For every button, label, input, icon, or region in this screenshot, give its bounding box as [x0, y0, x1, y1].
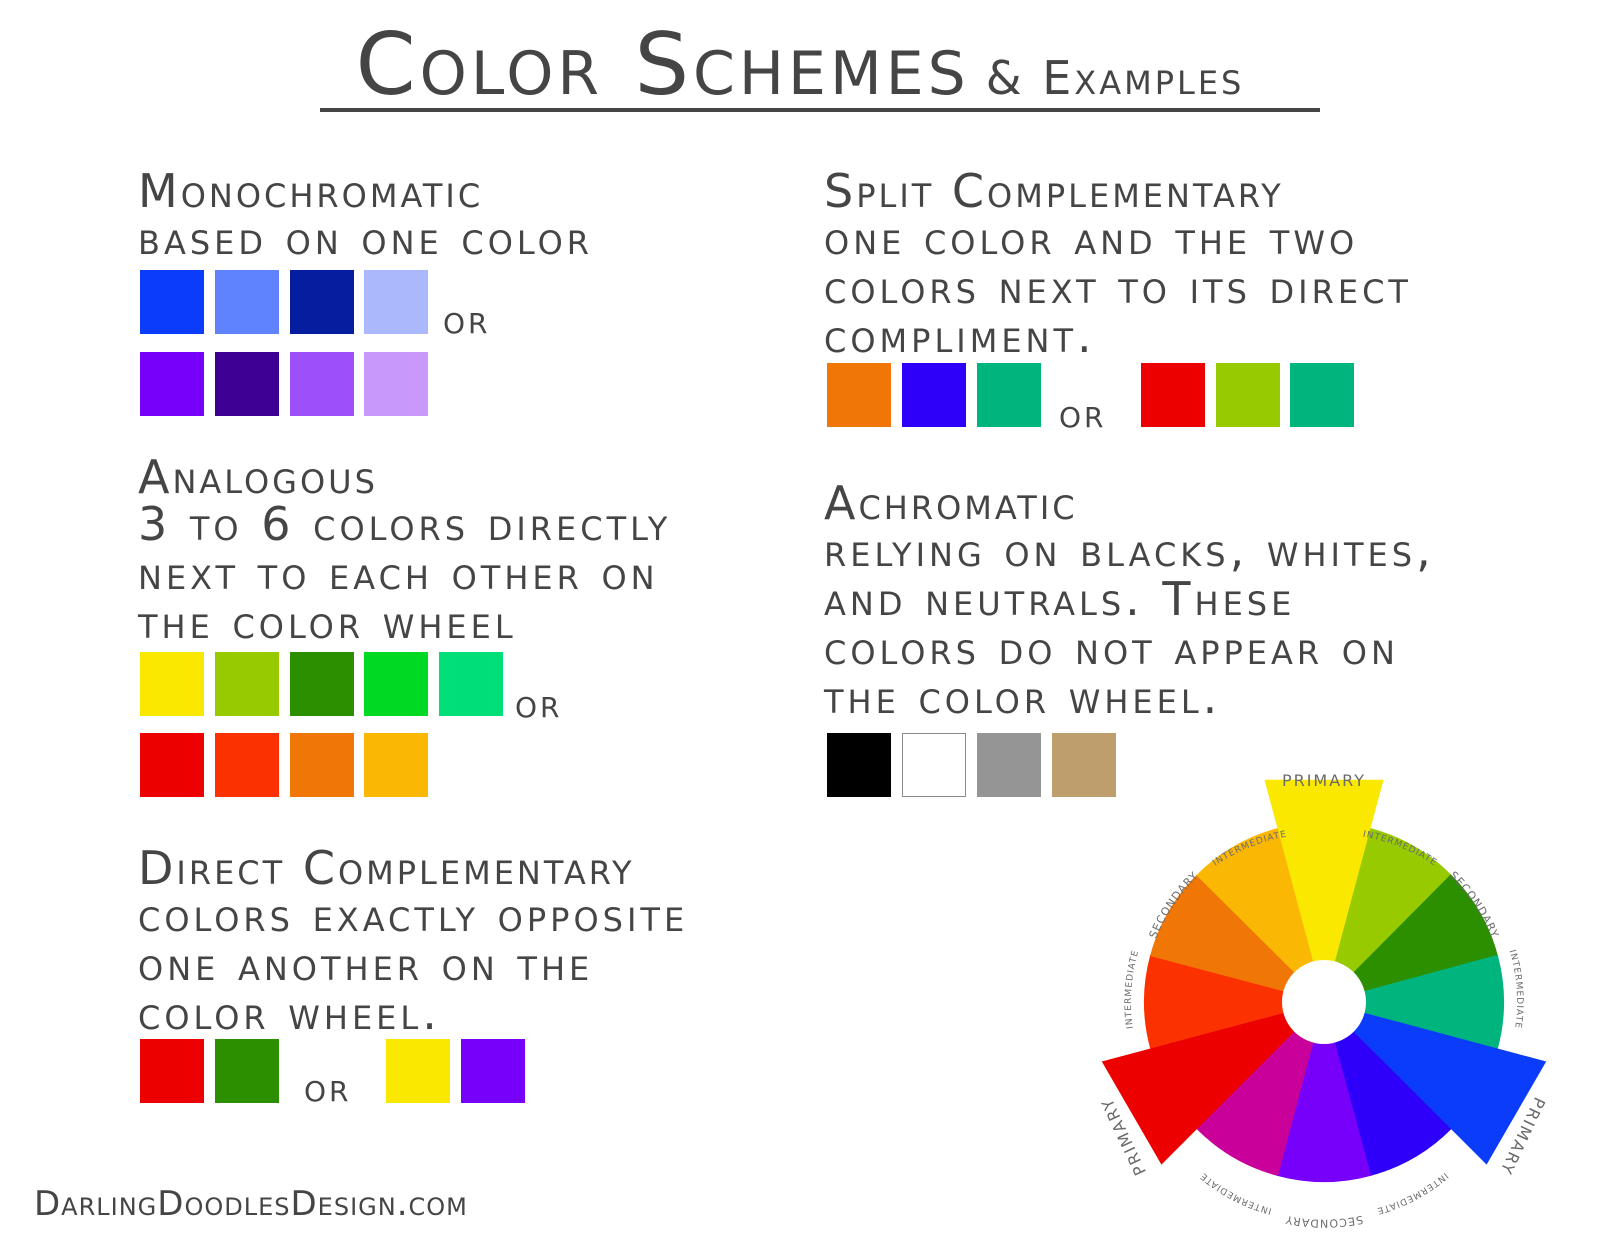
label-intermediate: INTERMEDIATE — [1124, 949, 1141, 1030]
footer-site-url: DarlingDoodlesDesign.com — [34, 1184, 468, 1224]
label-intermediate: INTERMEDIATE — [1507, 949, 1524, 1030]
label-primary-top: PRIMARY — [1282, 771, 1366, 790]
label-secondary: SECONDARY — [1284, 1213, 1364, 1230]
label-intermediate-text: INTERMEDIATE — [1124, 949, 1140, 1030]
label-intermediate-text: INTERMEDIATE — [1375, 1170, 1448, 1215]
label-intermediate: INTERMEDIATE — [1198, 1170, 1272, 1215]
label-intermediate-text: INTERMEDIATE — [1507, 949, 1523, 1030]
label-secondary-text: SECONDARY — [1284, 1213, 1363, 1230]
label-intermediate-text: INTERMEDIATE — [1198, 1170, 1271, 1215]
color-wheel: PRIMARY INTERMEDIATE SECONDARY INTERMEDI… — [1097, 771, 1547, 1230]
label-intermediate: INTERMEDIATE — [1375, 1170, 1449, 1215]
wheel-center — [1282, 960, 1366, 1044]
